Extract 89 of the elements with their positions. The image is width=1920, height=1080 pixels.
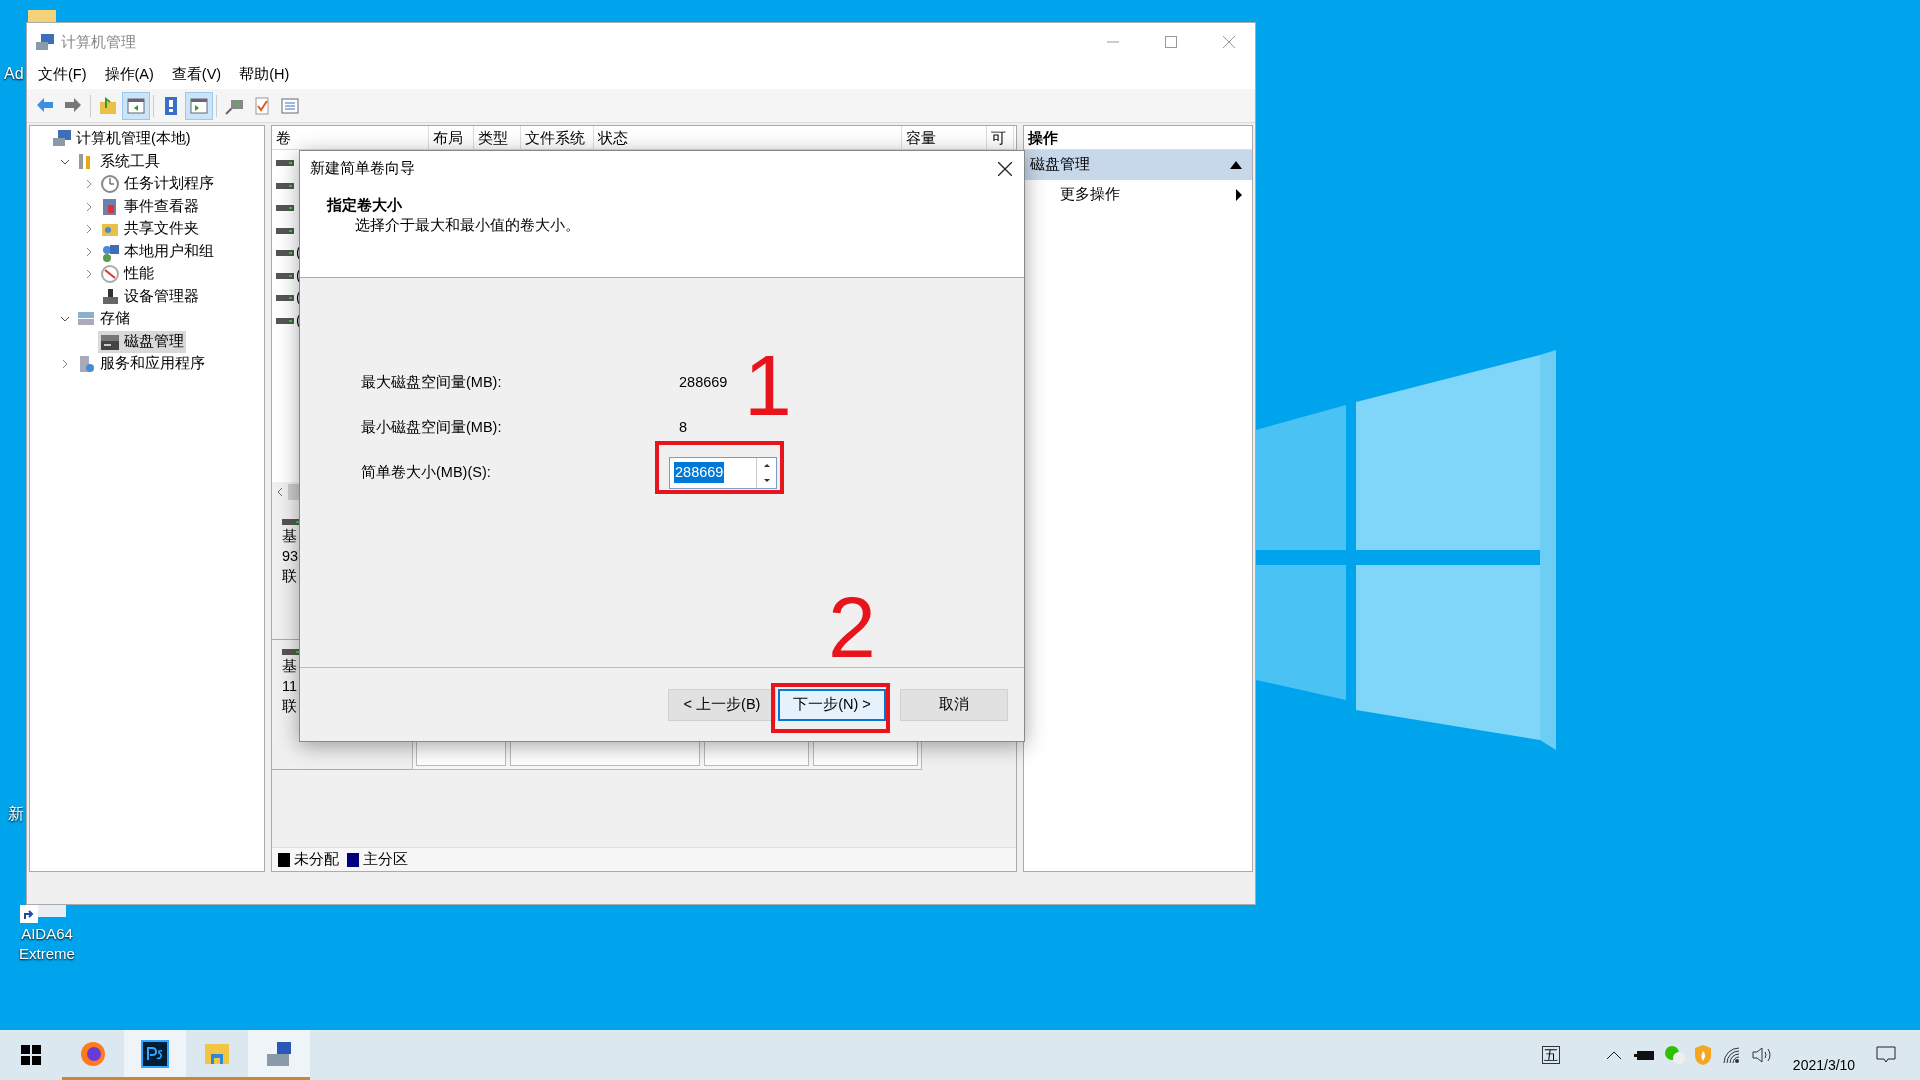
dialog-button[interactable]: 取消 <box>900 688 1008 721</box>
tree-item[interactable]: 系统工具 <box>74 150 162 173</box>
step-number: 1 <box>744 340 792 430</box>
legend-label: 未分配 <box>294 849 339 869</box>
collapse-up-icon <box>1230 161 1242 169</box>
disk-info-text: 11 <box>282 677 299 696</box>
drive-icon <box>276 316 294 325</box>
column-header[interactable]: 状态 <box>594 126 902 149</box>
maximize-icon[interactable] <box>1165 36 1177 48</box>
taskbar-date[interactable]: 2021/3/10 <box>1792 1055 1856 1076</box>
dialog-heading: 指定卷大小 <box>327 196 403 215</box>
taskbar-app[interactable] <box>124 1030 186 1080</box>
field-value: 288669 <box>678 372 728 392</box>
disk-info-text: 基 <box>282 657 298 676</box>
column-header[interactable]: 可 <box>987 126 1014 149</box>
folder-up-icon <box>98 95 118 116</box>
window-title: 计算机管理 <box>61 31 136 52</box>
clock-icon <box>100 174 120 195</box>
tree-item[interactable]: 共享文件夹 <box>98 218 201 241</box>
drive-icon <box>276 159 294 168</box>
column-header[interactable]: 容量 <box>902 126 987 149</box>
shortcut-icon[interactable] <box>20 905 66 923</box>
legend-label: 主分区 <box>363 849 408 869</box>
drive-icon <box>276 204 294 213</box>
taskbar-app[interactable] <box>248 1030 310 1080</box>
column-header[interactable]: 卷 <box>272 126 429 149</box>
ps-logo-icon <box>141 1039 169 1068</box>
windows-logo-icon <box>21 1045 41 1065</box>
dialog-button[interactable]: 下一步(N) > <box>778 688 886 721</box>
column-header[interactable]: 文件系统 <box>521 126 594 149</box>
menu-item[interactable]: 帮助(H) <box>233 64 296 86</box>
dialog-subtitle: 选择介于最大和最小值的卷大小。 <box>354 216 581 235</box>
menu-item[interactable]: 文件(F) <box>32 64 93 86</box>
chevron-up-icon[interactable] <box>1606 1050 1622 1060</box>
disk-info-text: 联 <box>282 567 298 586</box>
notification-icon[interactable] <box>1876 1046 1896 1064</box>
column-header[interactable]: 类型 <box>474 126 521 149</box>
drive-icon <box>276 226 294 235</box>
tree-item[interactable]: 计算机管理(本地) <box>50 128 193 151</box>
tree-item[interactable]: 存储 <box>74 308 132 331</box>
field-label: 最小磁盘空间量(MB): <box>361 417 503 437</box>
dialog-title: 新建简单卷向导 <box>310 159 416 179</box>
checklist-icon <box>252 95 272 116</box>
desktop-icon-label: 新 <box>8 804 24 824</box>
wifi-icon[interactable] <box>1722 1046 1742 1064</box>
desktop-icon-label: Ad <box>4 64 24 84</box>
step-number: 2 <box>828 582 876 672</box>
shield-flame-icon[interactable] <box>1694 1044 1712 1066</box>
speaker-icon[interactable] <box>1752 1046 1774 1064</box>
computer-icon <box>35 33 55 51</box>
drive-icon <box>276 249 294 258</box>
computer-management-icon <box>265 1039 293 1068</box>
menu-item[interactable]: 操作(A) <box>98 64 160 86</box>
gauge-icon <box>100 264 120 285</box>
tree-item[interactable]: 服务和应用程序 <box>74 353 207 376</box>
action-pane-icon <box>189 95 209 116</box>
device-icon <box>100 286 120 307</box>
action-item[interactable]: 更多操作 <box>1024 180 1252 210</box>
browser-icon <box>79 1039 107 1068</box>
close-icon[interactable] <box>998 162 1012 176</box>
column-header[interactable]: 布局 <box>429 126 474 149</box>
chat-bubbles-icon[interactable] <box>1664 1045 1686 1065</box>
disk-info-text: 联 <box>282 697 298 716</box>
tree-item[interactable]: 设备管理器 <box>98 285 201 308</box>
battery-icon[interactable] <box>1634 1049 1656 1061</box>
tree-item[interactable]: 本地用户和组 <box>98 240 216 263</box>
field-value: 8 <box>678 417 688 437</box>
scrollbar-thumb[interactable] <box>288 484 300 500</box>
toolbar-button[interactable] <box>185 91 213 120</box>
disk-info-text: 基 <box>282 527 298 546</box>
list-icon <box>280 95 300 116</box>
dialog-button[interactable]: < 上一步(B) <box>668 688 776 721</box>
tree-pane-icon <box>126 95 146 116</box>
drive-icon <box>276 181 294 190</box>
drive-icon <box>276 271 294 280</box>
number-spinner[interactable]: 288669 <box>669 456 777 489</box>
submenu-arrow-icon <box>1236 189 1242 201</box>
toolbar-button[interactable] <box>122 91 150 120</box>
field-label: 简单卷大小(MB)(S): <box>361 462 492 482</box>
field-label: 最大磁盘空间量(MB): <box>361 372 503 392</box>
drive-icon <box>276 294 294 303</box>
disk-info-text: 93 <box>282 547 300 566</box>
ime-indicator[interactable]: 五 <box>1542 1046 1560 1064</box>
tree-item[interactable]: 磁盘管理 <box>98 330 186 353</box>
tree-item[interactable]: 任务计划程序 <box>98 173 216 196</box>
action-item[interactable]: 磁盘管理 <box>1024 150 1252 180</box>
menu-item[interactable]: 查看(V) <box>165 64 228 86</box>
tree-item[interactable]: 性能 <box>98 263 156 286</box>
tree-item[interactable]: 事件查看器 <box>98 195 201 218</box>
